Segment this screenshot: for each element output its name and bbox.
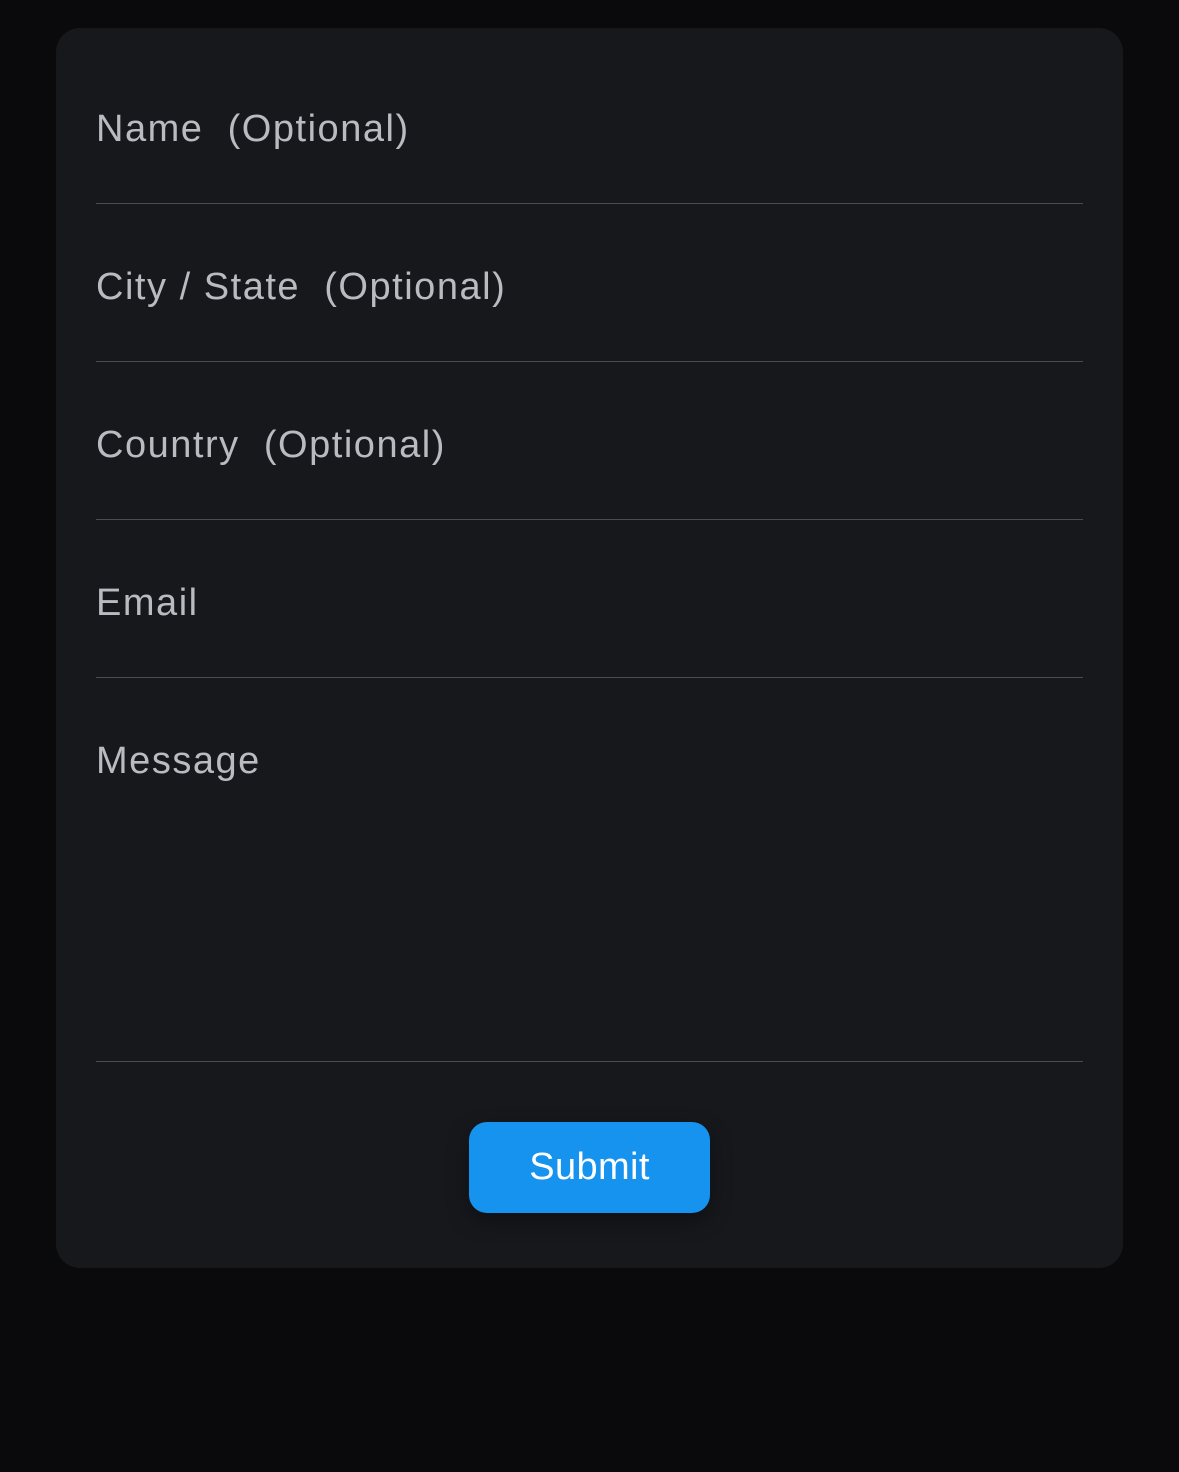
email-field[interactable] [96,564,1083,678]
country-field[interactable] [96,406,1083,520]
city-state-field[interactable] [96,248,1083,362]
submit-wrap: Submit [96,1122,1083,1213]
message-field[interactable] [96,722,1083,1062]
contact-form-card: Submit [56,28,1123,1268]
name-field[interactable] [96,90,1083,204]
submit-button[interactable]: Submit [469,1122,710,1213]
